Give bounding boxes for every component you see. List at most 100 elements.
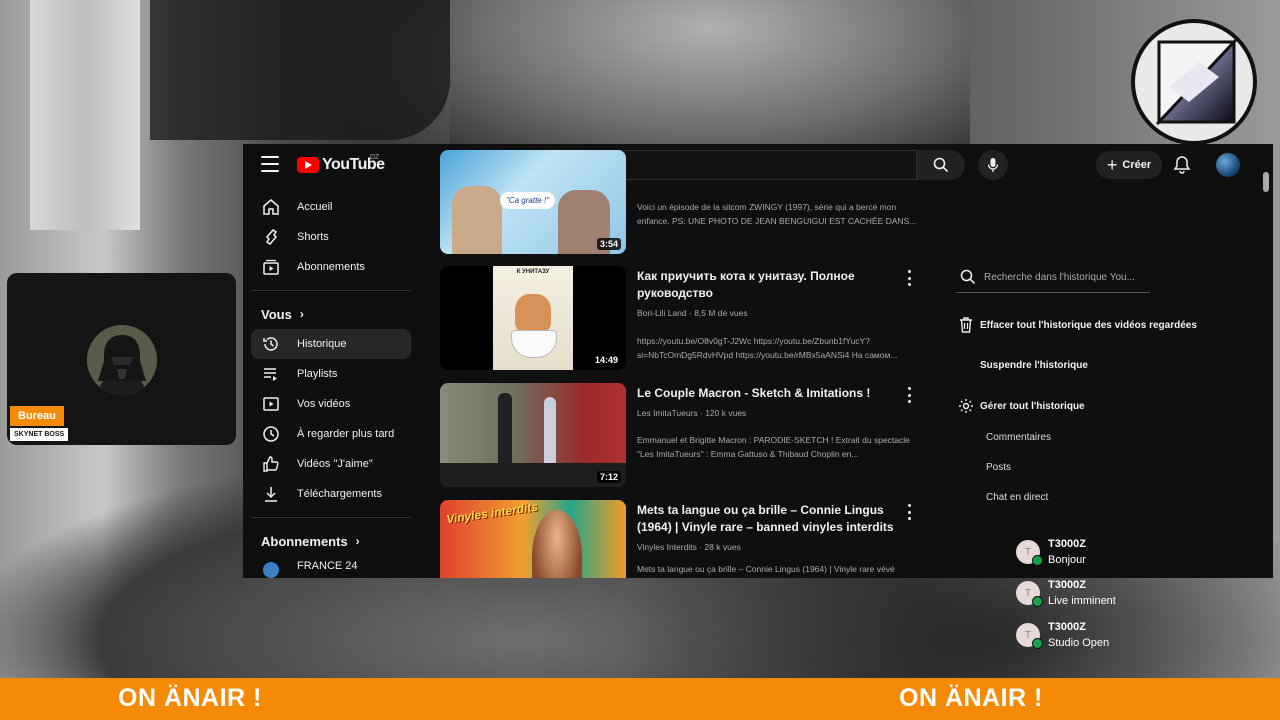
background-shadow <box>150 0 450 140</box>
chat-username: T3000Z <box>1048 579 1086 591</box>
country-code: DZ <box>370 154 380 161</box>
video-card[interactable]: К УНИТАЗУ 14:49 Как приучить кота к унит… <box>440 266 920 372</box>
chat-badge-icon <box>1032 596 1043 607</box>
on-air-banner: ON ÄNAIR ! ON ÄNAIR ! <box>0 678 1280 720</box>
subscriptions-section-heading[interactable]: Abonnements › <box>251 526 411 556</box>
video-description: Voici un épisode de la sitcom ZWINGY (19… <box>637 202 917 226</box>
history-search-placeholder: Recherche dans l'historique You... <box>984 271 1135 283</box>
chat-badge-icon <box>1032 555 1043 566</box>
shorts-icon <box>261 227 281 247</box>
channel-avatar <box>261 560 281 578</box>
history-live-chat-link[interactable]: Chat en direct <box>986 492 1048 503</box>
history-comments-link[interactable]: Commentaires <box>986 432 1051 443</box>
video-thumbnail[interactable]: К УНИТАЗУ 14:49 <box>440 266 626 370</box>
history-search[interactable]: Recherche dans l'historique You... <box>956 262 1150 293</box>
history-controls: Recherche dans l'historique You... Effac… <box>956 262 1256 503</box>
chevron-right-icon: › <box>299 307 304 321</box>
account-avatar[interactable] <box>1216 153 1240 177</box>
sidebar-item-label: Téléchargements <box>297 488 382 500</box>
sidebar-item-history[interactable]: Historique <box>251 329 411 359</box>
clear-history-button[interactable]: Effacer tout l'historique des vidéos reg… <box>958 316 1197 334</box>
sidebar-item-label: Abonnements <box>297 261 365 273</box>
menu-icon[interactable] <box>261 156 279 172</box>
sidebar-item-label: Playlists <box>297 368 338 380</box>
chat-username: T3000Z <box>1048 621 1086 633</box>
video-thumbnail[interactable]: 7:12 <box>440 383 626 487</box>
darth-vader-avatar-icon <box>87 325 157 395</box>
thumbnail-cat <box>515 294 551 334</box>
youtube-play-icon <box>297 157 319 173</box>
video-menu-button[interactable] <box>902 504 916 520</box>
playlists-icon <box>261 364 281 384</box>
on-air-text-right: ON ÄNAIR ! <box>899 684 1043 712</box>
voice-search-button[interactable] <box>978 150 1008 180</box>
gear-icon <box>959 399 973 413</box>
video-menu-button[interactable] <box>902 270 916 286</box>
webcam-sublabel: SKYNET BOSS <box>10 428 69 441</box>
video-views: 28 k vues <box>704 542 741 552</box>
sidebar-item-watch-later[interactable]: À regarder plus tard <box>251 419 411 449</box>
video-title[interactable]: Le Couple Macron - Sketch & Imitations ! <box>637 385 899 402</box>
thumbnail-person <box>452 186 502 254</box>
sidebar-item-downloads[interactable]: Téléchargements <box>251 479 411 509</box>
search-icon <box>960 269 976 285</box>
webcam-label: Bureau <box>10 406 64 426</box>
video-card[interactable]: "Ca gratte !" 3:54 Voici un épisode de l… <box>440 150 920 256</box>
video-thumbnail[interactable]: "Ca gratte !" 3:54 <box>440 150 626 254</box>
sidebar-item-shorts[interactable]: Shorts <box>251 222 411 252</box>
sidebar-item-channel[interactable]: FRANCE 24 <box>251 556 411 578</box>
history-posts-link[interactable]: Posts <box>986 462 1011 473</box>
video-thumbnail[interactable]: Vinyles interdits <box>440 500 626 578</box>
sidebar-item-liked[interactable]: Vidéos "J'aime" <box>251 449 411 479</box>
sidebar-item-label: Accueil <box>297 201 333 213</box>
video-duration: 3:54 <box>596 238 621 250</box>
notifications-button[interactable] <box>1173 155 1191 180</box>
you-section-heading[interactable]: Vous › <box>251 299 411 329</box>
chat-text: Bonjour <box>1048 554 1086 566</box>
create-button[interactable]: + Créer <box>1096 151 1162 179</box>
background-figure <box>450 0 970 145</box>
video-duration: 14:49 <box>591 354 621 366</box>
sidebar-item-label: Vos vidéos <box>297 398 351 410</box>
video-channel[interactable]: Bori-Lili Land <box>637 308 687 318</box>
video-description: Mets ta langue ou ça brille – Connie Lin… <box>637 564 895 574</box>
thumbnail-stage <box>440 383 626 463</box>
video-meta: Les ImitaTueurs · 120 k vues <box>637 408 747 418</box>
sidebar-item-playlists[interactable]: Playlists <box>251 359 411 389</box>
manage-history-button[interactable]: Gérer tout l'historique <box>958 398 1085 414</box>
search-button[interactable] <box>917 150 965 180</box>
sidebar-item-your-videos[interactable]: Vos vidéos <box>251 389 411 419</box>
sidebar-item-label: Vidéos "J'aime" <box>297 458 373 470</box>
sidebar-item-home[interactable]: Accueil <box>251 192 411 222</box>
video-card[interactable]: 7:12 Le Couple Macron - Sketch & Imitati… <box>440 383 920 489</box>
history-icon <box>261 334 281 354</box>
video-menu-button[interactable] <box>902 387 916 403</box>
video-channel[interactable]: Les ImitaTueurs <box>637 408 698 418</box>
on-air-text-left: ON ÄNAIR ! <box>118 684 262 712</box>
sidebar-item-subscriptions[interactable]: Abonnements <box>251 252 411 282</box>
plus-icon: + <box>1106 155 1118 175</box>
chat-username: T3000Z <box>1048 538 1086 550</box>
thumbnail-caption: Vinyles interdits <box>445 500 539 527</box>
you-heading-label: Vous <box>261 306 292 322</box>
search-icon <box>933 157 949 173</box>
channel-logo <box>1131 19 1257 145</box>
video-title[interactable]: Как приучить кота к унитазу. Полное руко… <box>637 268 899 302</box>
watch-later-icon <box>261 424 281 444</box>
create-label: Créer <box>1122 159 1152 171</box>
video-title[interactable]: Mets ta langue ou ça brille – Connie Lin… <box>637 502 899 536</box>
youtube-window: YouTube DZ + Créer Accueil Shorts <box>243 144 1273 578</box>
scrollbar-thumb[interactable] <box>1263 172 1269 192</box>
subscriptions-heading-label: Abonnements <box>261 533 348 549</box>
video-channel[interactable]: Vinyles Interdits <box>637 542 697 552</box>
video-description: Emmanuel et Brigitte Macron : PARODIE-SK… <box>637 435 910 459</box>
video-meta: Vinyles Interdits · 28 k vues <box>637 542 741 552</box>
video-card[interactable]: Vinyles interdits Mets ta langue ou ça b… <box>440 500 920 578</box>
video-description: https://youtu.be/O8v0gT-J2Wc https://you… <box>637 336 898 360</box>
sidebar-item-label: À regarder plus tard <box>297 428 395 440</box>
manage-history-label: Gérer tout l'historique <box>980 400 1085 412</box>
sidebar-item-label: Shorts <box>297 231 329 243</box>
pause-history-button[interactable]: Suspendre l'historique <box>980 360 1088 371</box>
thumbnail-poster: К УНИТАЗУ <box>493 266 573 370</box>
thumbnail-caption: "Ca gratte !" <box>500 192 556 209</box>
